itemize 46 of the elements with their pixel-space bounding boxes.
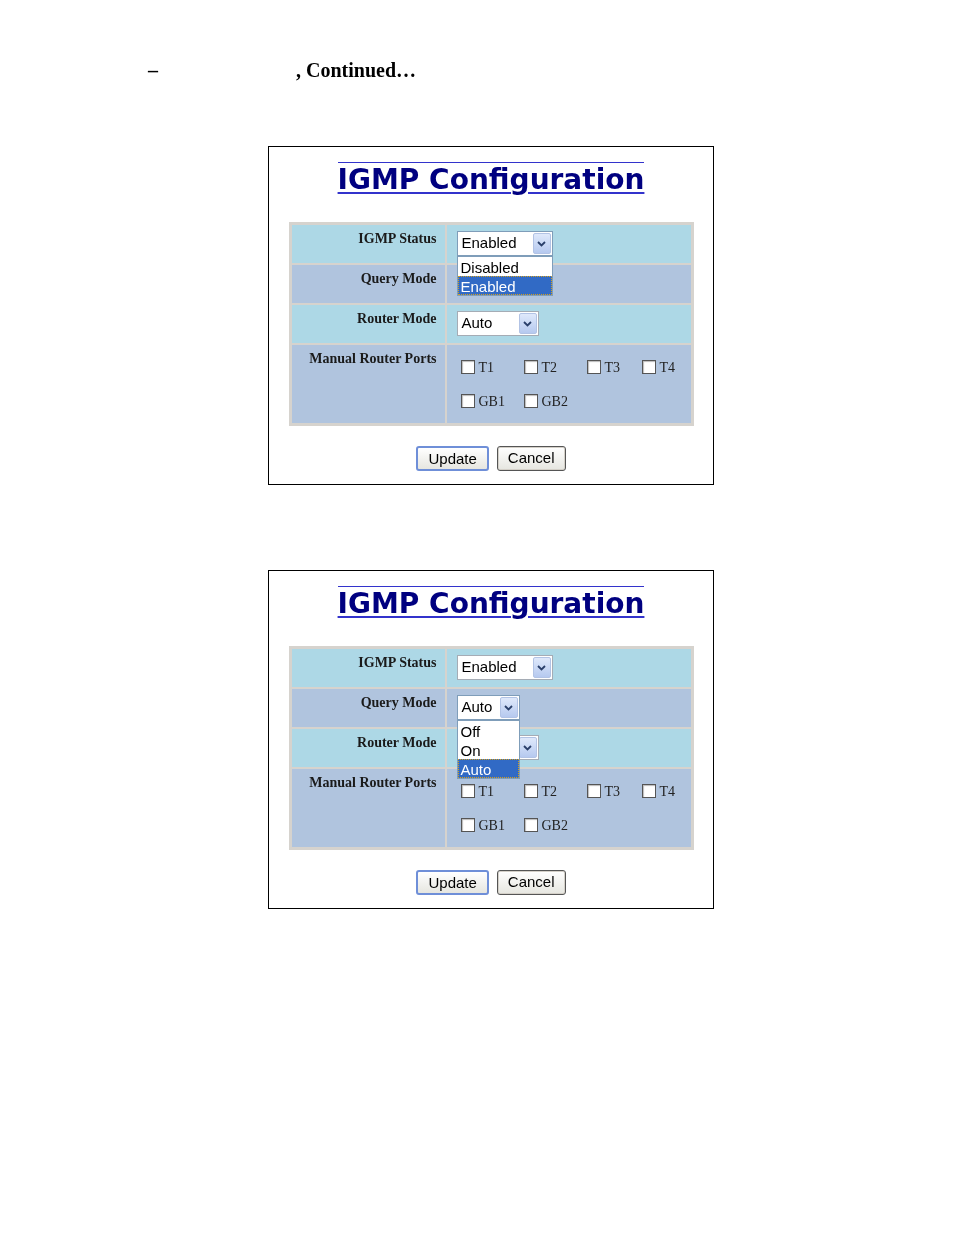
checkbox-label: GB2 [541, 817, 568, 834]
page-title: IGMP Configuration [337, 586, 645, 621]
form-button[interactable]: Update [416, 870, 489, 895]
checkbox[interactable] [523, 818, 538, 832]
checkbox[interactable] [460, 818, 475, 832]
checkbox[interactable] [586, 784, 601, 798]
checkbox-label: T4 [659, 783, 676, 800]
checkbox[interactable] [460, 360, 475, 374]
field-label: IGMP Status [358, 655, 437, 672]
dropdown-field[interactable]: Auto [456, 695, 520, 720]
checkbox-label: T3 [604, 783, 621, 800]
page-title: IGMP Configuration [337, 162, 645, 197]
field-label: Query Mode [360, 695, 437, 712]
checkbox[interactable] [460, 394, 475, 408]
checkbox-label: T3 [604, 359, 621, 376]
checkbox[interactable] [523, 784, 538, 798]
dropdown-field[interactable]: Enabled [456, 655, 553, 680]
checkbox-label: T2 [541, 783, 558, 800]
checkbox[interactable] [523, 360, 538, 374]
checkbox[interactable] [523, 394, 538, 408]
checkbox-label: T1 [478, 783, 495, 800]
dropdown-option[interactable]: Auto [457, 759, 519, 778]
dropdown-field[interactable]: Auto [456, 311, 539, 336]
form-button[interactable]: Cancel [496, 446, 566, 471]
checkbox[interactable] [641, 784, 656, 798]
checkbox-label: GB1 [478, 393, 505, 410]
checkbox[interactable] [460, 784, 475, 798]
field-label: Query Mode [360, 271, 437, 288]
dash: – [148, 58, 159, 83]
checkbox-label: GB2 [541, 393, 568, 410]
checkbox[interactable] [586, 360, 601, 374]
dropdown-option[interactable]: Enabled [457, 276, 552, 295]
checkbox-label: T2 [541, 359, 558, 376]
field-label: Router Mode [357, 311, 437, 328]
form-button[interactable]: Cancel [496, 870, 566, 895]
checkbox[interactable] [641, 360, 656, 374]
checkbox-label: GB1 [478, 817, 505, 834]
field-label: IGMP Status [358, 231, 437, 248]
field-label: Manual Router Ports [309, 775, 437, 792]
form-button[interactable]: Update [416, 446, 489, 471]
checkbox-label: T4 [659, 359, 676, 376]
heading-text: , Continued… [296, 58, 417, 83]
dropdown-field[interactable]: Enabled [456, 231, 553, 256]
checkbox-label: T1 [478, 359, 495, 376]
field-label: Router Mode [357, 735, 437, 752]
field-label: Manual Router Ports [309, 351, 437, 368]
